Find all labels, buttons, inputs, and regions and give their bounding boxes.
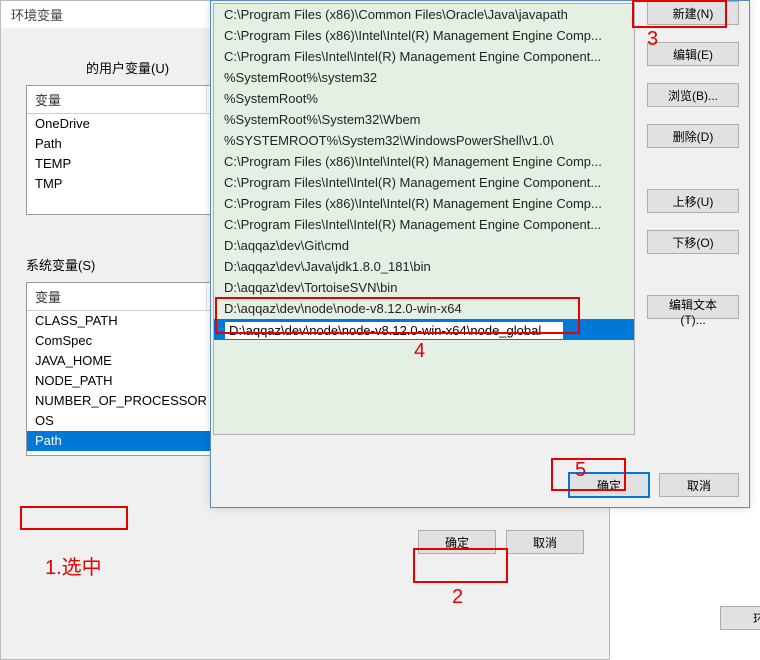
path-entry[interactable]: D:\aqqaz\dev\TortoiseSVN\bin [214, 277, 634, 298]
path-entry[interactable]: C:\Program Files (x86)\Intel\Intel(R) Ma… [214, 193, 634, 214]
var-name: ComSpec [27, 331, 207, 351]
path-editor-dialog: C:\Program Files (x86)\Common Files\Orac… [210, 0, 750, 508]
path-cancel-button[interactable]: 取消 [659, 473, 739, 497]
path-entry[interactable]: C:\Program Files\Intel\Intel(R) Manageme… [214, 172, 634, 193]
annotation-label-2: 2 [452, 586, 463, 609]
path-entry[interactable]: %SystemRoot%\system32 [214, 67, 634, 88]
annotation-label-4: 4 [414, 340, 425, 363]
ok-button[interactable]: 确定 [418, 530, 496, 554]
path-browse-button[interactable]: 浏览(B)... [647, 83, 739, 107]
path-entry[interactable]: D:\aqqaz\dev\Git\cmd [214, 235, 634, 256]
var-name: OneDrive [27, 114, 207, 134]
path-entry[interactable]: %SystemRoot%\System32\Wbem [214, 109, 634, 130]
partial-button[interactable]: 环 [720, 606, 760, 630]
path-entry[interactable]: %SYSTEMROOT%\System32\WindowsPowerShell\… [214, 130, 634, 151]
path-entry[interactable]: D:\aqqaz\dev\node\node-v8.12.0-win-x64 [214, 298, 634, 319]
path-moveup-button[interactable]: 上移(U) [647, 189, 739, 213]
annotation-label-1: 1.选中 [45, 551, 102, 580]
var-name: Path [27, 431, 207, 451]
var-name: NUMBER_OF_PROCESSORS [27, 391, 207, 411]
path-delete-button[interactable]: 删除(D) [647, 124, 739, 148]
path-entry[interactable]: C:\Program Files (x86)\Intel\Intel(R) Ma… [214, 25, 634, 46]
path-entry[interactable]: C:\Program Files\Intel\Intel(R) Manageme… [214, 46, 634, 67]
var-name: JAVA_HOME [27, 351, 207, 371]
path-entries-list[interactable]: C:\Program Files (x86)\Common Files\Orac… [213, 3, 635, 435]
col-name[interactable]: 变量 [27, 283, 207, 310]
var-name: NODE_PATH [27, 371, 207, 391]
path-entry[interactable]: C:\Program Files (x86)\Intel\Intel(R) Ma… [214, 151, 634, 172]
var-name: CLASS_PATH [27, 311, 207, 331]
col-name[interactable]: 变量 [27, 86, 207, 113]
path-bottom-buttons: 确定 取消 [569, 473, 739, 497]
var-name: TEMP [27, 154, 207, 174]
var-name: TMP [27, 174, 207, 194]
annotation-label-5: 5 [575, 459, 586, 482]
path-edit-button[interactable]: 编辑(E) [647, 42, 739, 66]
path-entry[interactable]: C:\Program Files\Intel\Intel(R) Manageme… [214, 214, 634, 235]
cancel-button[interactable]: 取消 [506, 530, 584, 554]
annotation-label-3: 3 [647, 28, 658, 51]
path-new-button[interactable]: 新建(N) [647, 1, 739, 25]
path-entry[interactable]: C:\Program Files (x86)\Common Files\Orac… [214, 4, 634, 25]
var-name: Path [27, 134, 207, 154]
path-side-buttons: 新建(N) 编辑(E) 浏览(B)... 删除(D) 上移(U) 下移(O) 编… [637, 1, 749, 507]
path-entry[interactable]: D:\aqqaz\dev\Java\jdk1.8.0_181\bin [214, 256, 634, 277]
path-entry[interactable]: %SystemRoot% [214, 88, 634, 109]
path-entry[interactable]: D:\aqqaz\dev\node\node-v8.12.0-win-x64\n… [214, 319, 634, 340]
var-name: OS [27, 411, 207, 431]
partial-right-panel: 环 [720, 606, 760, 630]
path-movedown-button[interactable]: 下移(O) [647, 230, 739, 254]
path-edittext-button[interactable]: 编辑文本(T)... [647, 295, 739, 319]
